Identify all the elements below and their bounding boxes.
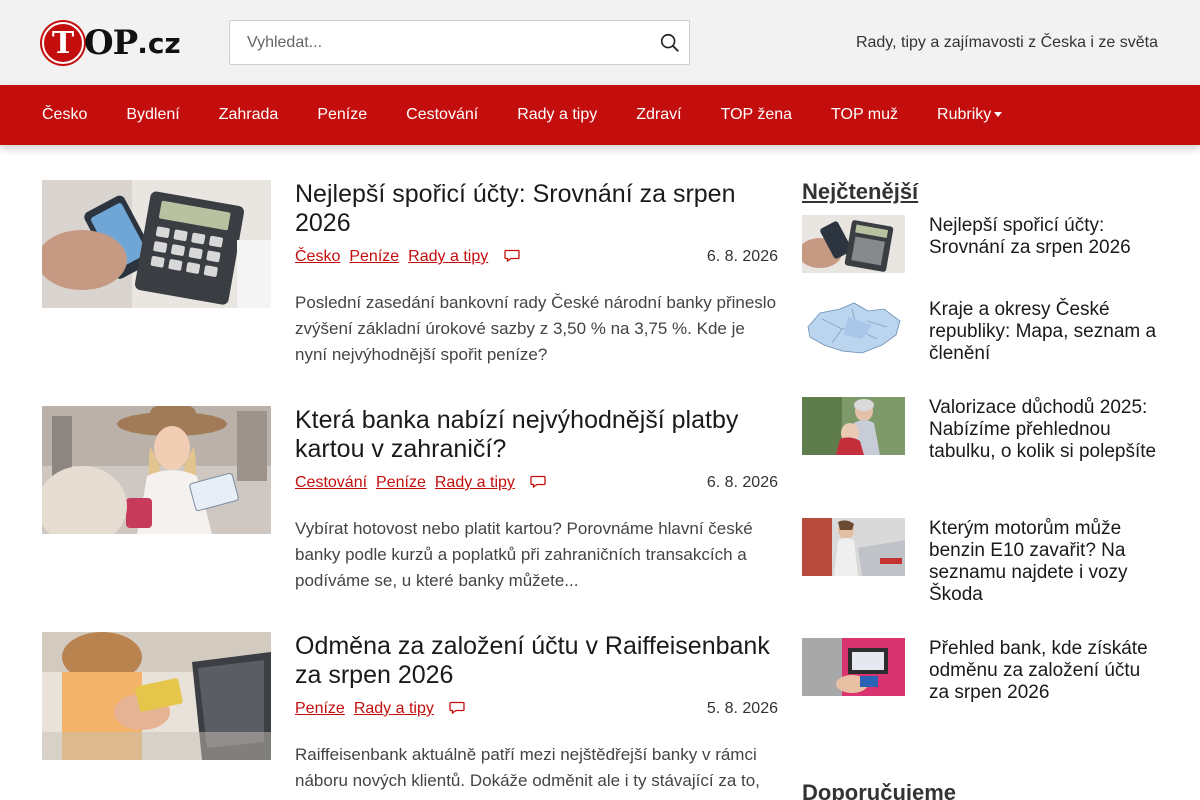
- site-header: T OP .cz Rady, tipy a zajímavosti z Česk…: [0, 0, 1200, 85]
- article-image-woman-card[interactable]: [42, 406, 271, 534]
- sidebar-image-calculator[interactable]: [802, 215, 905, 273]
- sidebar-item-title[interactable]: Valorizace důchodů 2025: Nabízíme přehle…: [929, 397, 1158, 463]
- article-image-calculator[interactable]: [42, 180, 271, 308]
- tag-link[interactable]: Česko: [295, 248, 340, 265]
- nav-item-top-muz[interactable]: TOP muž: [831, 106, 898, 124]
- caret-down-icon: [994, 112, 1003, 118]
- comment-icon[interactable]: [530, 473, 547, 489]
- sidebar-image-seniors[interactable]: [802, 397, 905, 455]
- sidebar-item-title[interactable]: Přehled bank, kde získáte odměnu za zalo…: [929, 638, 1158, 704]
- tag-link[interactable]: Cestování: [295, 474, 367, 491]
- logo-t: T: [42, 22, 84, 64]
- article-title[interactable]: Nejlepší spořicí účty: Srovnání za srpen…: [295, 180, 778, 238]
- sidebar-recommended-title: Doporučujeme: [802, 780, 957, 800]
- nav-item-zahrada[interactable]: Zahrada: [219, 106, 279, 124]
- site-logo[interactable]: T OP .cz: [42, 22, 181, 64]
- nav-item-rubriky-wrap[interactable]: Rubriky: [937, 106, 1003, 124]
- site-tagline: Rady, tipy a zajímavosti z Česka i ze sv…: [855, 34, 1158, 51]
- sidebar-item-title[interactable]: Kterým motorům může benzin E10 zavařit? …: [929, 518, 1158, 606]
- sidebar-most-read-title[interactable]: Nejčtenější: [802, 179, 918, 205]
- sidebar-image-atm[interactable]: [802, 638, 905, 696]
- search-icon[interactable]: [659, 32, 681, 54]
- tag-link[interactable]: Rady a tipy: [354, 700, 434, 717]
- article-date: 6. 8. 2026: [706, 248, 778, 265]
- tag-link[interactable]: Peníze: [349, 248, 399, 265]
- logo-cz: .cz: [137, 26, 181, 60]
- nav-item-penize[interactable]: Peníze: [317, 106, 367, 124]
- nav-item-cestovani[interactable]: Cestování: [406, 106, 478, 124]
- comment-icon[interactable]: [504, 247, 520, 263]
- tag-link[interactable]: Rady a tipy: [435, 474, 515, 491]
- nav-item-rubriky[interactable]: Rubriky: [937, 106, 991, 123]
- nav-item-rady-a-tipy[interactable]: Rady a tipy: [517, 106, 597, 124]
- article-date: 5. 8. 2026: [706, 700, 778, 717]
- article-meta: Česko Peníze Rady a tipy 6. 8. 2026: [295, 248, 778, 268]
- nav-item-zdravi[interactable]: Zdraví: [636, 106, 681, 124]
- article-meta: Peníze Rady a tipy 5. 8. 2026: [295, 700, 778, 720]
- sidebar-image-map[interactable]: [802, 299, 905, 357]
- search-box: [229, 20, 690, 65]
- article-meta: Cestování Peníze Rady a tipy 6. 8. 2026: [295, 474, 778, 494]
- article-perex: Vybírat hotovost nebo platit kartou? Por…: [295, 519, 753, 590]
- article-perex: Raiffeisenbank aktuálně patří mezi nejšt…: [295, 745, 760, 800]
- article-title[interactable]: Která banka nabízí nejvýhodnější platby …: [295, 406, 778, 464]
- main-nav: Česko Bydlení Zahrada Peníze Cestování R…: [0, 85, 1200, 145]
- nav-item-top-zena[interactable]: TOP žena: [721, 106, 792, 124]
- article-title[interactable]: Odměna za založení účtu v Raiffeisenbank…: [295, 632, 778, 690]
- tag-link[interactable]: Rady a tipy: [408, 248, 488, 265]
- sidebar-item-title[interactable]: Nejlepší spořicí účty: Srovnání za srpen…: [929, 215, 1158, 259]
- article-date: 6. 8. 2026: [706, 474, 778, 491]
- tag-link[interactable]: Peníze: [295, 700, 345, 717]
- search-input[interactable]: [230, 21, 650, 64]
- sidebar-image-fuel[interactable]: [802, 518, 905, 576]
- sidebar-item-title[interactable]: Kraje a okresy České republiky: Mapa, se…: [929, 299, 1158, 365]
- article-perex: Poslední zasedání bankovní rady České ná…: [295, 293, 777, 364]
- logo-op: OP: [84, 23, 138, 63]
- article-image-card-laptop[interactable]: [42, 632, 271, 760]
- nav-item-bydleni[interactable]: Bydlení: [126, 106, 179, 124]
- comment-icon[interactable]: [449, 699, 465, 715]
- tag-link[interactable]: Peníze: [376, 474, 426, 491]
- nav-item-cesko[interactable]: Česko: [42, 106, 87, 124]
